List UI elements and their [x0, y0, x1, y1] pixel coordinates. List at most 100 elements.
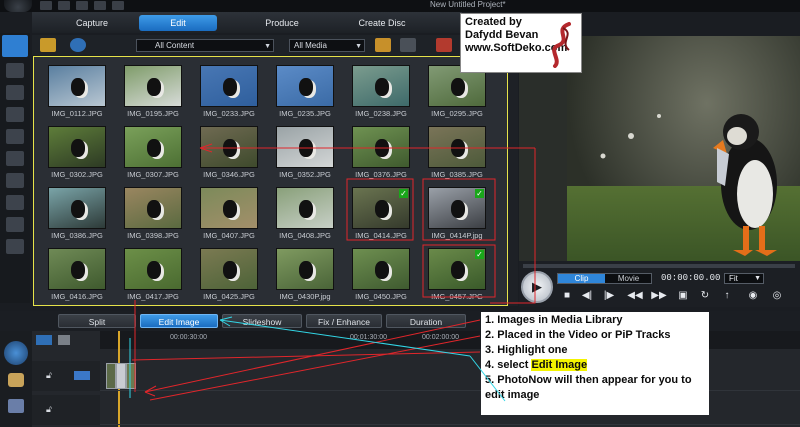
media-thumbnail[interactable]: ✓ — [428, 187, 486, 229]
thumbnail-subject — [71, 200, 85, 218]
loop-icon[interactable]: ↻ — [697, 289, 713, 303]
thumbnail-subject — [223, 261, 237, 279]
redo-icon[interactable] — [112, 1, 124, 10]
chapter-room-icon[interactable] — [6, 217, 24, 232]
media-thumbnail[interactable]: ✓ — [428, 248, 486, 290]
media-filename: IMG_0295.JPG — [431, 109, 483, 118]
undo-icon[interactable] — [94, 1, 106, 10]
duration-button[interactable]: Duration — [386, 314, 466, 328]
mute-icon[interactable]: ↑ — [719, 289, 735, 303]
3d-icon[interactable]: ◎ — [769, 289, 785, 303]
media-thumbnail[interactable] — [352, 65, 410, 107]
media-thumbnail[interactable] — [124, 187, 182, 229]
timeline-clip[interactable] — [106, 363, 116, 389]
subtitle-room-icon[interactable] — [6, 239, 24, 254]
video-track-header: 🔓︎ — [32, 361, 100, 391]
tab-capture[interactable]: Capture — [52, 15, 132, 31]
lock-icon[interactable]: 🔓︎ — [46, 370, 52, 381]
tab-create-disc[interactable]: Create Disc — [342, 15, 422, 31]
media-thumbnail[interactable] — [276, 126, 334, 168]
playback-slider[interactable] — [523, 264, 795, 268]
media-thumbnail[interactable]: ✓ — [352, 187, 410, 229]
fast-forward-icon[interactable]: ▶▶ — [651, 289, 667, 303]
media-library: IMG_0112.JPG IMG_0195.JPG IMG_0233.JPG IMG_… — [33, 56, 508, 306]
clip-movie-toggle[interactable]: Clip Movie — [557, 273, 652, 284]
used-check-icon: ✓ — [475, 189, 484, 198]
audio-mixing-room-icon[interactable] — [6, 173, 24, 188]
tab-edit[interactable]: Edit — [139, 15, 217, 31]
sort-icon[interactable] — [400, 38, 416, 52]
save-project-icon[interactable] — [76, 1, 88, 10]
timeline-view-icon[interactable] — [36, 335, 52, 345]
window-title: New Untitled Project* — [430, 0, 506, 9]
open-project-icon[interactable] — [58, 1, 70, 10]
import-media-icon[interactable] — [40, 38, 56, 52]
thumbnail-subject — [299, 200, 313, 218]
volume-icon[interactable]: ◉ — [745, 289, 761, 303]
media-thumbnail[interactable] — [48, 187, 106, 229]
video-track-icon — [74, 371, 90, 380]
mix-audio-icon[interactable] — [8, 399, 24, 413]
media-filter-value: All Media — [294, 41, 327, 50]
fix-enhance-button[interactable]: Fix / Enhance — [306, 314, 382, 328]
media-thumbnail[interactable] — [352, 248, 410, 290]
library-scrollbar[interactable] — [508, 56, 518, 306]
storyboard-view-icon[interactable] — [58, 335, 70, 345]
media-thumbnail[interactable] — [200, 187, 258, 229]
title-room-icon[interactable] — [6, 129, 24, 144]
library-menu-icon[interactable] — [436, 38, 452, 52]
softdeko-logo-icon — [552, 22, 571, 68]
clip-mode-button[interactable]: Clip — [558, 274, 605, 283]
next-frame-icon[interactable]: |▶ — [601, 289, 617, 303]
used-check-icon: ✓ — [475, 250, 484, 259]
magic-tools-icon[interactable] — [4, 341, 28, 365]
particle-room-icon[interactable] — [6, 107, 24, 122]
media-thumbnail[interactable] — [124, 65, 182, 107]
media-thumbnail[interactable] — [124, 248, 182, 290]
snapshot-icon[interactable]: ▣ — [675, 289, 691, 303]
thumbnail-subject — [299, 261, 313, 279]
timecode-display[interactable]: 00:00:00.00 — [661, 273, 726, 284]
media-thumbnail[interactable] — [48, 126, 106, 168]
media-filter-select[interactable]: All Media ▼ — [289, 39, 365, 52]
pip-objects-room-icon[interactable] — [6, 85, 24, 100]
movie-mode-button[interactable]: Movie — [605, 274, 652, 283]
download-media-icon[interactable] — [70, 38, 86, 52]
media-thumbnail[interactable] — [428, 126, 486, 168]
timeline-clip[interactable] — [126, 363, 136, 389]
lock-icon[interactable]: 🔓︎ — [46, 404, 52, 415]
media-thumbnail[interactable] — [200, 126, 258, 168]
new-project-icon[interactable] — [40, 1, 52, 10]
media-thumbnail[interactable] — [276, 65, 334, 107]
tab-produce[interactable]: Produce — [242, 15, 322, 31]
app-logo-icon[interactable] — [4, 0, 32, 12]
transition-room-icon[interactable] — [6, 151, 24, 166]
edit-image-button[interactable]: Edit Image — [140, 314, 218, 328]
stop-icon[interactable]: ■ — [559, 289, 575, 303]
zoom-select[interactable]: Fit ▼ — [724, 273, 764, 284]
media-thumbnail[interactable] — [276, 248, 334, 290]
content-filter-select[interactable]: All Content ▼ — [136, 39, 274, 52]
media-thumbnail[interactable] — [48, 248, 106, 290]
hand-tool-icon[interactable] — [8, 373, 24, 387]
split-button[interactable]: Split — [58, 314, 136, 328]
media-thumbnail[interactable] — [200, 248, 258, 290]
thumbnail-subject — [375, 261, 389, 279]
media-thumbnail[interactable] — [124, 126, 182, 168]
media-room-icon[interactable] — [2, 35, 28, 57]
slideshow-button[interactable]: Slideshow — [222, 314, 302, 328]
media-thumbnail[interactable] — [276, 187, 334, 229]
effects-room-icon[interactable] — [6, 63, 24, 78]
voice-over-room-icon[interactable] — [6, 195, 24, 210]
media-filename: IMG_0112.JPG — [51, 109, 103, 118]
media-thumbnail[interactable] — [48, 65, 106, 107]
view-options-icon[interactable] — [375, 38, 391, 52]
media-thumbnail[interactable] — [352, 126, 410, 168]
media-thumbnail[interactable] — [200, 65, 258, 107]
media-filename: IMG_0195.JPG — [127, 109, 179, 118]
previous-icon[interactable]: ◀◀ — [627, 289, 643, 303]
timeline-clip[interactable] — [116, 363, 126, 389]
playback-controls: ▶ Clip Movie 00:00:00.00 Fit ▼ ■ ◀| |▶ ◀… — [519, 261, 800, 307]
play-button[interactable]: ▶ — [521, 271, 553, 303]
previous-frame-icon[interactable]: ◀| — [579, 289, 595, 303]
